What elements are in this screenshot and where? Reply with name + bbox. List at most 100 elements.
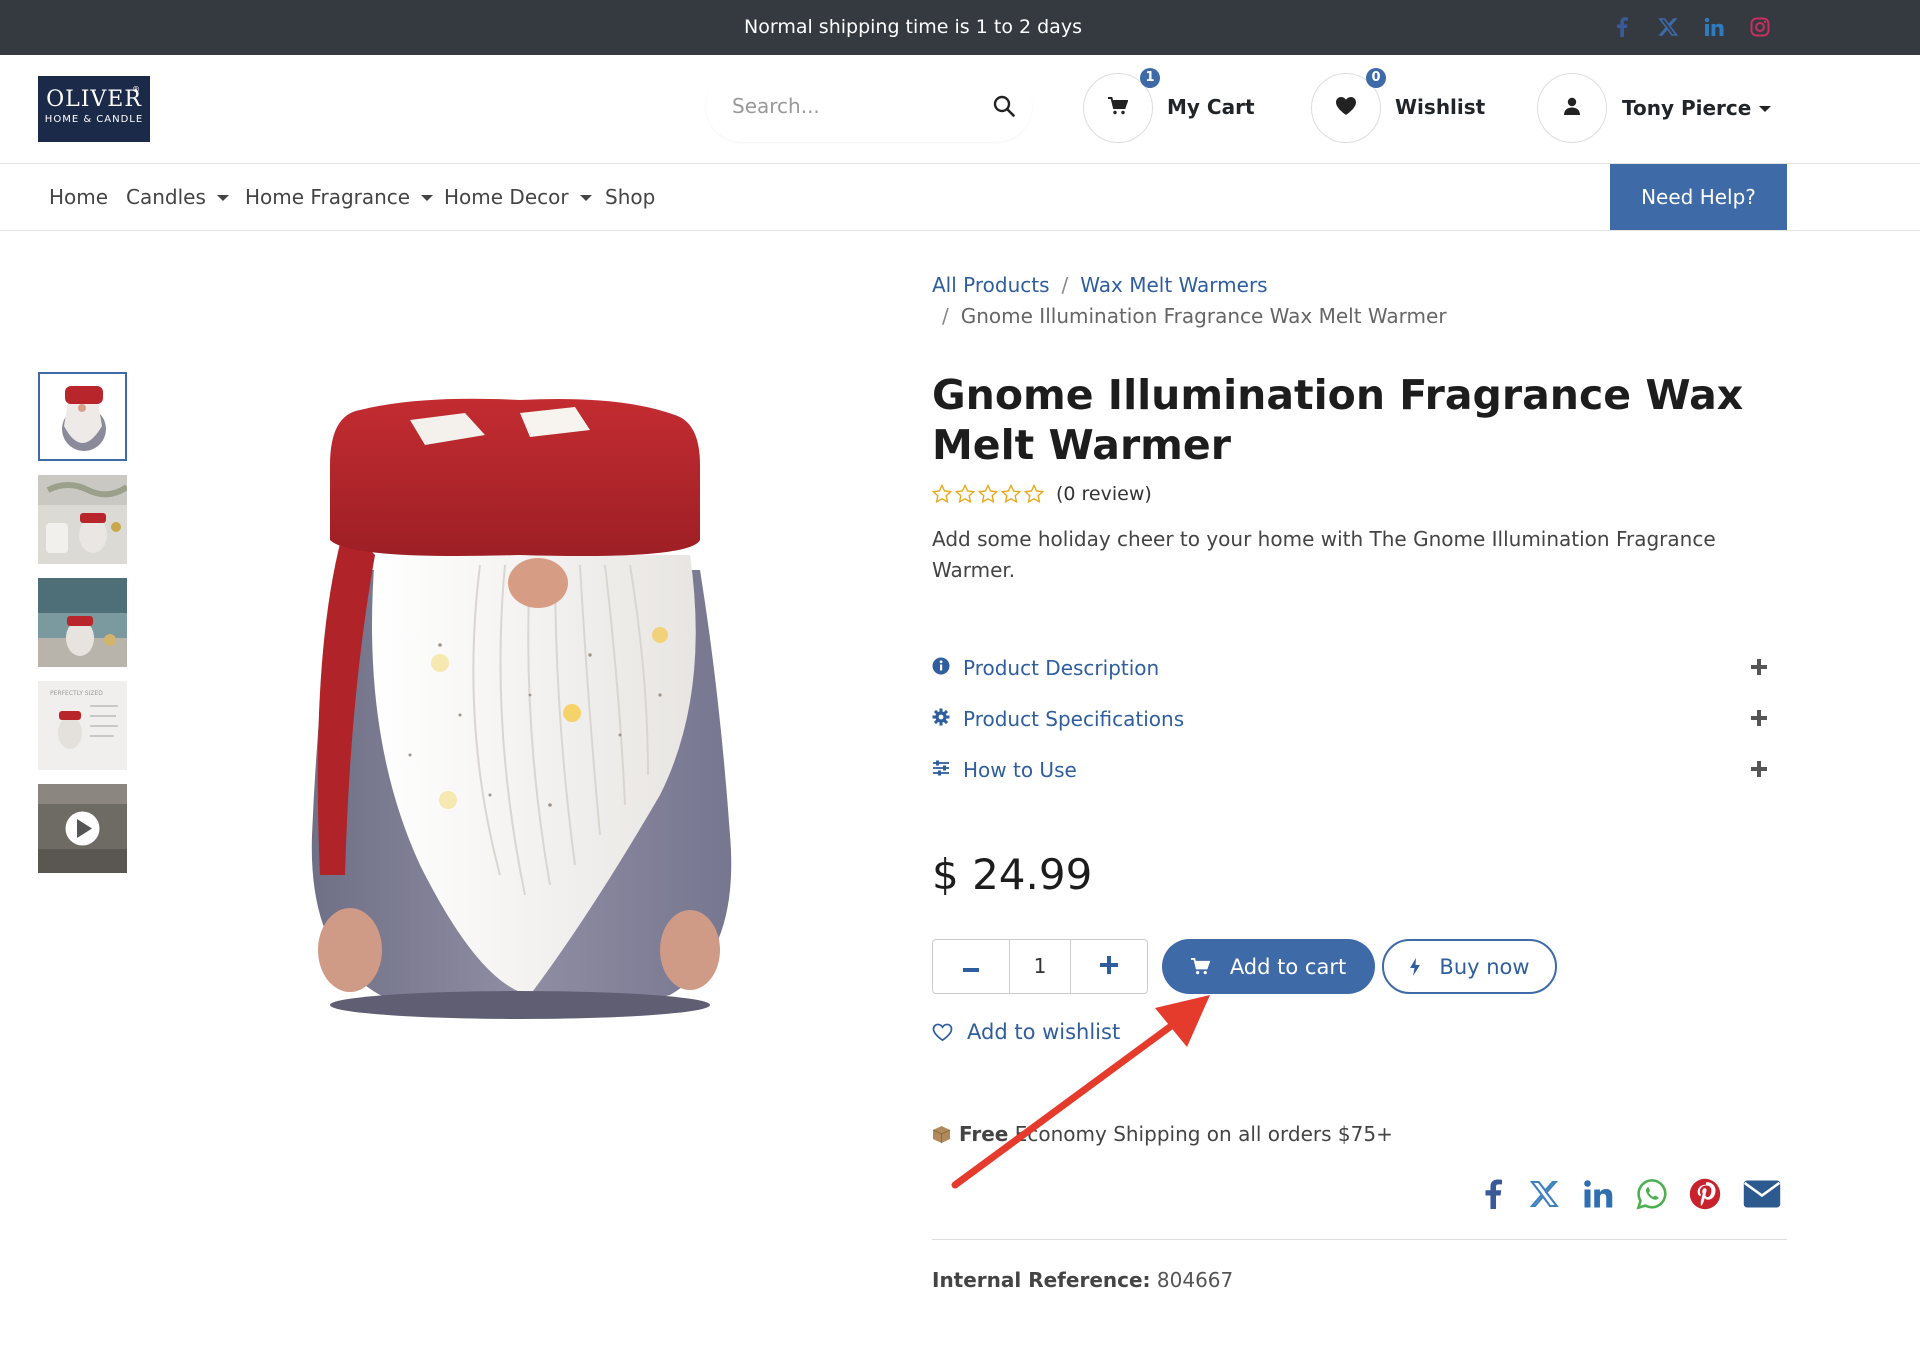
- breadcrumb-all-products[interactable]: All Products: [932, 273, 1050, 297]
- brand-logo[interactable]: OLIVER HOME & CANDLE ®: [38, 76, 150, 142]
- accordion-how-to-use[interactable]: How to Use: [932, 754, 1770, 786]
- nav-item-home-decor[interactable]: Home Decor: [444, 185, 592, 209]
- wishlist-label[interactable]: Wishlist: [1395, 95, 1485, 119]
- share-pinterest-icon[interactable]: [1685, 1174, 1725, 1214]
- cart-count-badge: 1: [1140, 68, 1160, 88]
- product-title: Gnome Illumination Fragrance Wax Melt Wa…: [932, 371, 1744, 469]
- account-button[interactable]: [1537, 73, 1607, 143]
- star-icon: [1001, 484, 1021, 504]
- expand-plus-icon: [1748, 758, 1770, 780]
- share-whatsapp-icon[interactable]: [1632, 1174, 1672, 1214]
- product-price: $ 24.99: [932, 850, 1093, 899]
- package-icon: [932, 1125, 951, 1144]
- product-rating[interactable]: (0 review): [932, 483, 1152, 505]
- need-help-button[interactable]: Need Help?: [1610, 164, 1787, 230]
- cart-icon: [1190, 958, 1210, 975]
- star-icon: [978, 484, 998, 504]
- chevron-down-icon: [421, 195, 434, 201]
- star-icon: [1024, 484, 1044, 504]
- star-icon: [932, 484, 952, 504]
- nav-label: Candles: [126, 185, 206, 209]
- product-main-image[interactable]: [290, 395, 760, 1020]
- instagram-icon[interactable]: [1746, 13, 1774, 41]
- share-x-icon[interactable]: [1524, 1174, 1564, 1214]
- buy-now-button[interactable]: Buy now: [1382, 939, 1557, 994]
- logo-wordmark: OLIVER: [46, 87, 142, 112]
- minus-icon: [962, 957, 979, 976]
- section-divider: [932, 1239, 1787, 1240]
- quantity-input[interactable]: 1: [1008, 940, 1072, 993]
- share-email-icon[interactable]: [1742, 1174, 1782, 1214]
- quantity-decrease-button[interactable]: [933, 940, 1009, 993]
- product-thumbnail-2[interactable]: [38, 475, 127, 564]
- registered-mark-icon: ®: [132, 85, 140, 94]
- expand-plus-icon: [1748, 656, 1770, 678]
- user-menu[interactable]: Tony Pierce: [1622, 96, 1772, 120]
- quantity-increase-button[interactable]: [1071, 940, 1147, 993]
- announcement-bar: Normal shipping time is 1 to 2 days: [0, 0, 1920, 55]
- accordion-product-description[interactable]: Product Description: [932, 652, 1770, 684]
- share-linkedin-icon[interactable]: [1578, 1174, 1618, 1214]
- chevron-down-icon: [579, 195, 592, 201]
- search-bar: [706, 70, 1032, 142]
- star-icon: [955, 484, 975, 504]
- product-thumbnail-4[interactable]: PERFECTLY SIZED: [38, 681, 127, 770]
- buy-now-label: Buy now: [1439, 954, 1530, 979]
- breadcrumb: All Products / Wax Melt Warmers / Gnome Ill…: [932, 270, 1492, 332]
- chevron-down-icon: [1759, 106, 1772, 112]
- bolt-icon: [1409, 957, 1421, 976]
- add-to-cart-button[interactable]: Add to cart: [1162, 939, 1375, 994]
- product-video-thumbnail[interactable]: [38, 784, 127, 873]
- gear-icon: [932, 708, 950, 730]
- product-thumbnail-1[interactable]: [38, 372, 127, 461]
- add-to-wishlist-link[interactable]: Add to wishlist: [932, 1020, 1120, 1044]
- nav-label: Shop: [605, 185, 656, 209]
- share-facebook-icon[interactable]: [1473, 1174, 1513, 1214]
- internal-reference-label: Internal Reference:: [932, 1268, 1151, 1292]
- nav-label: Home Fragrance: [245, 185, 411, 209]
- breadcrumb-wax-melt-warmers[interactable]: Wax Melt Warmers: [1080, 273, 1267, 297]
- sliders-icon: [932, 759, 950, 781]
- breadcrumb-separator: /: [942, 304, 949, 328]
- heart-icon: [1335, 96, 1357, 120]
- user-icon: [1564, 97, 1580, 119]
- nav-item-shop[interactable]: Shop: [605, 185, 655, 209]
- facebook-icon[interactable]: [1608, 13, 1636, 41]
- internal-reference-value: 804667: [1150, 1268, 1234, 1292]
- accordion-label: Product Specifications: [963, 707, 1185, 731]
- heart-outline-icon: [932, 1023, 953, 1042]
- user-name: Tony Pierce: [1622, 96, 1752, 120]
- breadcrumb-current: Gnome Illumination Fragrance Wax Melt Wa…: [960, 304, 1447, 328]
- add-to-wishlist-label: Add to wishlist: [967, 1020, 1121, 1044]
- cart-label[interactable]: My Cart: [1167, 95, 1255, 119]
- x-icon[interactable]: [1654, 13, 1682, 41]
- shipping-message: Normal shipping time is 1 to 2 days: [744, 16, 1082, 38]
- rating-stars: [932, 484, 1044, 504]
- accordion-product-specifications[interactable]: Product Specifications: [932, 703, 1770, 735]
- wishlist-count-badge: 0: [1366, 68, 1386, 88]
- nav-label: Home Decor: [444, 185, 569, 209]
- quantity-stepper: 1: [932, 939, 1148, 994]
- product-thumbnail-3[interactable]: [38, 578, 127, 667]
- nav-item-candles[interactable]: Candles: [126, 185, 229, 209]
- logo-tagline: HOME & CANDLE: [44, 114, 144, 125]
- product-short-description: Add some holiday cheer to your home with…: [932, 527, 1716, 582]
- accordion-label: How to Use: [963, 758, 1077, 782]
- review-count: (0 review): [1056, 483, 1152, 505]
- nav-label: Home: [49, 185, 109, 209]
- internal-reference: Internal Reference: 804667: [932, 1268, 1233, 1292]
- nav-item-home[interactable]: Home: [49, 185, 108, 209]
- expand-plus-icon: [1748, 707, 1770, 729]
- main-nav: Home Candles Home Fragrance Home Decor S…: [0, 164, 1920, 231]
- info-icon: [932, 657, 950, 679]
- accordion-label: Product Description: [963, 656, 1160, 680]
- search-input[interactable]: [732, 88, 962, 124]
- shipping-free-label: Free: [959, 1122, 1009, 1146]
- breadcrumb-separator: /: [1061, 273, 1069, 297]
- search-icon[interactable]: [988, 90, 1020, 122]
- plus-icon: [1100, 955, 1119, 978]
- nav-item-home-fragrance[interactable]: Home Fragrance: [245, 185, 434, 209]
- shipping-text: Economy Shipping on all orders $75+: [1008, 1122, 1393, 1146]
- site-header: OLIVER HOME & CANDLE ® 1 My Cart 0 Wishl…: [0, 55, 1920, 164]
- linkedin-icon[interactable]: [1700, 13, 1728, 41]
